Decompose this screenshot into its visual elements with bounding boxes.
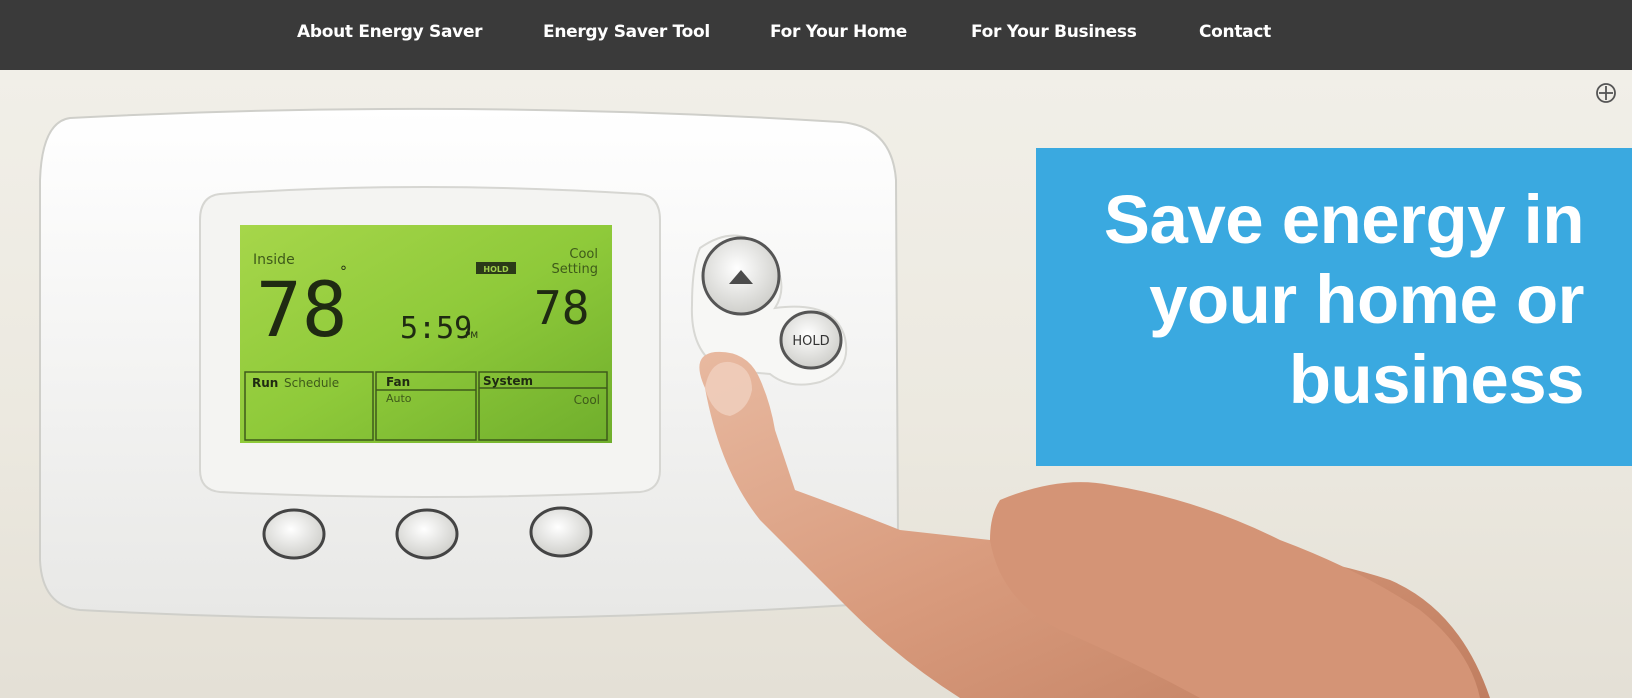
svg-text:System: System (483, 374, 533, 388)
lcd-inside-temp: 78 (256, 265, 348, 354)
svg-text:HOLD: HOLD (792, 334, 829, 349)
svg-text:°: ° (340, 264, 347, 280)
hero-headline: Save energy in your home or business (1103, 181, 1585, 418)
svg-text:HOLD: HOLD (483, 265, 509, 274)
hero-section: Inside 78 ° HOLD Cool Setting 78 5:59 PM… (0, 70, 1632, 698)
headline-banner: Save energy in your home or business (1036, 148, 1632, 466)
svg-text:Fan: Fan (386, 375, 410, 389)
svg-text:Run: Run (252, 376, 278, 390)
lcd-set-temp: 78 (534, 281, 589, 335)
lcd-time: 5:59 (400, 311, 472, 346)
thermostat-button-2 (395, 508, 459, 560)
svg-text:Schedule: Schedule (284, 376, 339, 390)
svg-text:Auto: Auto (386, 392, 412, 405)
nav-contact[interactable]: Contact (1199, 22, 1271, 42)
thermostat-button-1 (262, 508, 326, 560)
nav-for-your-business[interactable]: For Your Business (971, 22, 1137, 42)
zoom-target-icon[interactable] (1595, 82, 1617, 104)
lcd-cool-label: Cool (569, 247, 598, 262)
lcd-setting-label: Setting (551, 262, 598, 277)
thermostat-button-3 (529, 506, 593, 558)
top-navigation-bar: About Energy Saver Energy Saver Tool For… (0, 0, 1632, 70)
nav-for-your-home[interactable]: For Your Home (770, 22, 907, 42)
nav-about-energy-saver[interactable]: About Energy Saver (297, 22, 483, 42)
nav-energy-saver-tool[interactable]: Energy Saver Tool (543, 22, 710, 42)
svg-text:Cool: Cool (574, 393, 600, 407)
svg-text:PM: PM (465, 331, 478, 341)
